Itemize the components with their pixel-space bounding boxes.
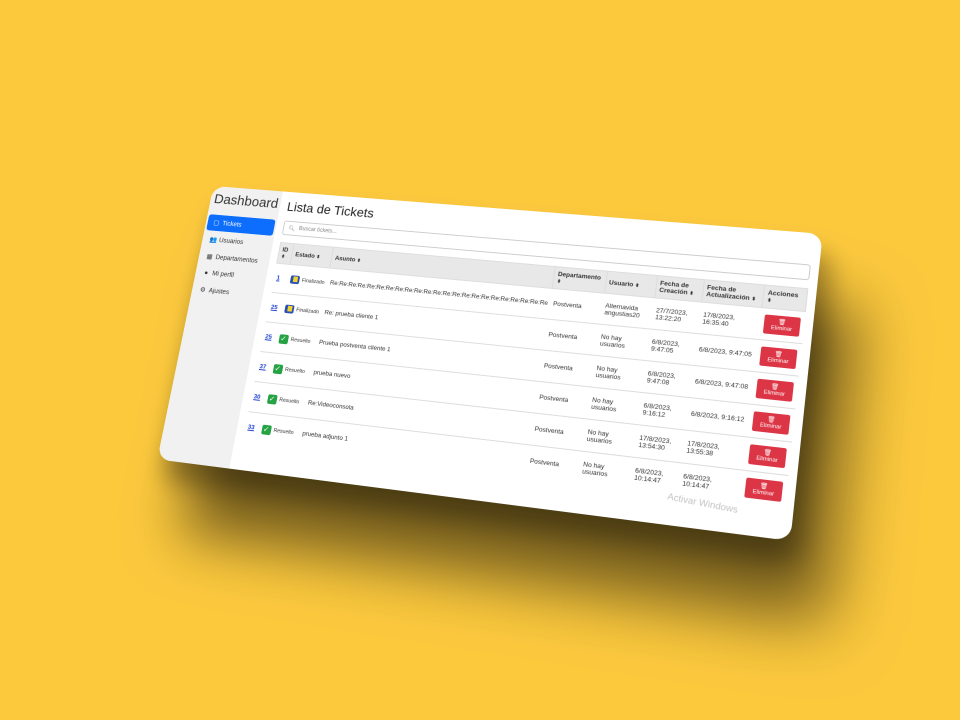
main-content: Lista de Tickets 🔍︎ Buscar tickets... ID… xyxy=(229,191,823,540)
status-label: Finalizado xyxy=(295,307,320,315)
check-icon: ✓ xyxy=(272,363,284,374)
ticket-id-link[interactable]: 25 xyxy=(265,334,273,341)
cell-fecha-creacion: 27/7/2023, 13:22:20 xyxy=(650,297,702,334)
ticket-id-link[interactable]: 33 xyxy=(247,424,255,431)
ticket-id-link[interactable]: 25 xyxy=(270,304,278,311)
ticket-id-link[interactable]: 37 xyxy=(259,363,267,370)
cell-fecha-creacion: 6/8/2023, 9:47:05 xyxy=(646,329,698,366)
delete-button[interactable]: 🗑︎ Eliminar xyxy=(751,411,791,435)
cell-acciones: 🗑︎ Eliminar xyxy=(758,307,806,344)
gear-icon: ⚙ xyxy=(199,286,207,294)
delete-button[interactable]: 🗑︎ Eliminar xyxy=(744,477,784,502)
cell-estado: Finalizado xyxy=(284,264,330,298)
check-icon: ✓ xyxy=(278,333,289,344)
cell-estado: Finalizado xyxy=(279,293,325,328)
ticket-id-link[interactable]: 1 xyxy=(276,275,280,282)
tickets-table: ID ⬍ Estado ⬍ Asunto ⬍ Departamento ⬍ Usuari… xyxy=(242,242,809,509)
search-icon: 🔍︎ xyxy=(287,225,296,232)
cell-estado: ✓ Resuelto xyxy=(273,323,320,358)
cell-usuario: No hay usuarios xyxy=(577,451,634,490)
sort-icon: ⬍ xyxy=(280,254,286,260)
cell-estado: ✓ Resuelto xyxy=(261,382,308,419)
sort-icon: ⬍ xyxy=(556,278,562,285)
sidebar-item-label: Departamentos xyxy=(214,254,259,265)
sidebar-item-label: Mi perfil xyxy=(211,270,235,279)
cell-fecha-creacion: 6/8/2023, 9:47:08 xyxy=(642,360,694,398)
check-icon: ✓ xyxy=(266,393,278,405)
sidebar-item-label: Tickets xyxy=(221,220,243,229)
sort-icon: ⬍ xyxy=(356,257,362,264)
ticket-id-link[interactable]: 30 xyxy=(253,393,261,400)
cell-usuario: No hay usuarios xyxy=(595,324,651,361)
status-label: Resuelto xyxy=(284,366,306,375)
app-window: Dashboard ▢ Tickets 👥 Usuarios ▦ Departamento… xyxy=(157,185,823,541)
sort-icon: ⬍ xyxy=(688,290,695,297)
status-label: Resuelto xyxy=(290,336,311,345)
sort-icon: ⬍ xyxy=(751,296,757,303)
cell-acciones: 🗑︎ Eliminar xyxy=(747,404,795,443)
cell-usuario: Alternavida angustias20 xyxy=(599,293,655,330)
cell-departamento: Postventa xyxy=(524,444,583,484)
flag-icon xyxy=(289,275,300,285)
sort-icon: ⬍ xyxy=(634,282,640,289)
sidebar-item-label: Usuarios xyxy=(218,237,244,246)
cell-fecha-creacion: 6/8/2023, 10:14:47 xyxy=(629,457,682,496)
users-icon: 👥 xyxy=(208,236,218,244)
ticket-icon: ▢ xyxy=(212,219,220,227)
building-icon: ▦ xyxy=(205,253,213,261)
delete-button[interactable]: 🗑︎ Eliminar xyxy=(755,378,794,402)
cell-fecha-creacion: 6/8/2023, 9:16:12 xyxy=(637,392,690,431)
cell-estado: ✓ Resuelto xyxy=(256,413,303,449)
cell-acciones: 🗑︎ Eliminar xyxy=(751,371,799,409)
search-placeholder: Buscar tickets... xyxy=(298,226,338,235)
cell-acciones: 🗑︎ Eliminar xyxy=(740,470,788,509)
sort-icon: ⬍ xyxy=(315,253,321,260)
user-circle-icon: ● xyxy=(203,269,209,277)
cell-acciones: 🗑︎ Eliminar xyxy=(755,339,802,377)
delete-button[interactable]: 🗑︎ Eliminar xyxy=(747,444,787,469)
cell-departamento: Postventa xyxy=(547,288,605,325)
delete-button[interactable]: 🗑︎ Eliminar xyxy=(759,346,798,370)
cell-acciones: 🗑︎ Eliminar xyxy=(743,437,792,476)
sidebar-item-label: Ajustes xyxy=(208,287,230,296)
status-label: Resuelto xyxy=(278,396,300,405)
delete-button[interactable]: 🗑︎ Eliminar xyxy=(762,314,801,337)
sort-icon: ⬍ xyxy=(766,297,772,304)
scene: Dashboard ▢ Tickets 👥 Usuarios ▦ Departamento… xyxy=(0,0,960,720)
cell-estado: ✓ Resuelto xyxy=(267,352,314,388)
check-icon: ✓ xyxy=(260,424,272,435)
flag-icon xyxy=(283,304,295,314)
status-label: Resuelto xyxy=(273,427,295,436)
status-label: Finalizado xyxy=(301,277,326,286)
